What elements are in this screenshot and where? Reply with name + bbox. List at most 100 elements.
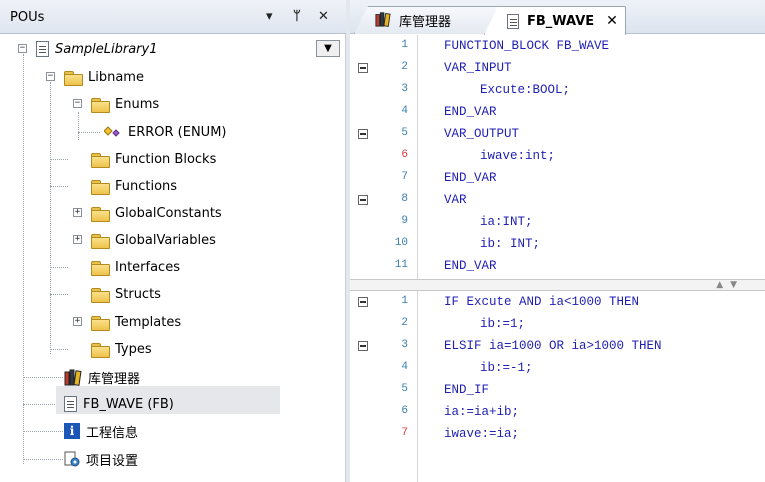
code-line: 9 ia:INT; bbox=[350, 211, 765, 233]
dropdown-arrow-icon[interactable]: ▼ bbox=[316, 40, 340, 57]
tree-item-label: Interfaces bbox=[115, 259, 180, 275]
declaration-pane[interactable]: 1 FUNCTION_BLOCK FB_WAVE 2 VAR_INPUT 3 E… bbox=[350, 35, 765, 279]
pane-collapse-icon[interactable]: ▲ ▼ bbox=[716, 280, 739, 290]
pou-panel-title: POUs bbox=[10, 10, 45, 25]
fold-toggle-icon[interactable] bbox=[358, 195, 368, 205]
tree-item-libname[interactable]: Libname bbox=[64, 66, 144, 88]
tree-item-functions[interactable]: Functions bbox=[91, 175, 177, 197]
tree-item-label: Structs bbox=[115, 286, 161, 302]
tree-connector bbox=[50, 294, 68, 295]
tree-item-label: Functions bbox=[115, 178, 178, 194]
code-text: iwave:int; bbox=[480, 149, 556, 163]
tree-item-project-info[interactable]: i 工程信息 bbox=[64, 420, 138, 442]
implementation-pane[interactable]: 1 IF Excute AND ia<1000 THEN 2 ib:=1; 3 … bbox=[350, 291, 765, 482]
code-line: 7 END_VAR bbox=[350, 167, 765, 189]
fold-toggle-icon[interactable] bbox=[358, 63, 368, 73]
library-document-icon bbox=[36, 41, 49, 57]
line-number: 2 bbox=[401, 317, 408, 329]
collapse-toggle[interactable]: − bbox=[73, 99, 82, 108]
tree-connector bbox=[78, 112, 79, 140]
code-line: 6 ia:=ia+ib; bbox=[350, 401, 765, 423]
tree-item-enums[interactable]: Enums bbox=[91, 93, 159, 115]
info-icon: i bbox=[64, 423, 80, 439]
code-line: 3 Excute:BOOL; bbox=[350, 79, 765, 101]
tree-connector bbox=[50, 82, 51, 354]
tree-item-types[interactable]: Types bbox=[91, 338, 152, 360]
tree-item-structs[interactable]: Structs bbox=[91, 283, 161, 305]
tree-item-sample-library[interactable]: SampleLibrary1 bbox=[36, 38, 157, 60]
line-number: 9 bbox=[401, 215, 408, 227]
tab-label: 库管理器 bbox=[399, 15, 452, 30]
fold-toggle-icon[interactable] bbox=[358, 341, 368, 351]
tree-item-global-constants[interactable]: GlobalConstants bbox=[91, 202, 222, 224]
tab-fb-wave[interactable]: FB_WAVE ✕ bbox=[484, 6, 626, 35]
tree-connector bbox=[50, 267, 68, 268]
code-line: 4 ib:=-1; bbox=[350, 357, 765, 379]
line-number: 1 bbox=[401, 39, 408, 51]
close-icon[interactable]: ✕ bbox=[318, 9, 329, 24]
pin-icon[interactable]: ᛘ bbox=[293, 9, 301, 24]
code-line: 7 iwave:=ia; bbox=[350, 423, 765, 445]
folder-icon bbox=[91, 260, 110, 276]
tree-connector bbox=[23, 377, 63, 378]
document-icon bbox=[507, 13, 519, 29]
dropdown-arrow-icon[interactable]: ▾ bbox=[266, 9, 273, 24]
tree-connector bbox=[23, 54, 24, 464]
pane-divider[interactable]: ▲ ▼ bbox=[350, 279, 765, 291]
line-number: 5 bbox=[401, 383, 408, 395]
tree-item-label: Libname bbox=[88, 69, 144, 85]
tree-item-interfaces[interactable]: Interfaces bbox=[91, 256, 180, 278]
tree-item-label: Enums bbox=[115, 96, 160, 112]
code-text: Excute:BOOL; bbox=[480, 83, 571, 97]
code-line: 1 IF Excute AND ia<1000 THEN bbox=[350, 291, 765, 313]
code-text: IF Excute AND ia<1000 THEN bbox=[444, 295, 640, 309]
collapse-toggle[interactable]: − bbox=[18, 44, 27, 53]
tree-item-project-settings[interactable]: 项目设置 bbox=[64, 448, 138, 470]
fold-toggle-icon[interactable] bbox=[358, 129, 368, 139]
code-text: ib:=1; bbox=[480, 317, 526, 331]
tree-item-label: 工程信息 bbox=[86, 425, 139, 441]
line-number: 4 bbox=[401, 105, 408, 117]
code-text: ia:=ia+ib; bbox=[444, 405, 520, 419]
folder-icon bbox=[91, 287, 110, 303]
code-line: 4 END_VAR bbox=[350, 101, 765, 123]
tree-connector bbox=[50, 186, 68, 187]
close-tab-icon[interactable]: ✕ bbox=[606, 13, 618, 29]
code-line: 8 VAR bbox=[350, 189, 765, 211]
tree-item-fb-wave[interactable]: FB_WAVE (FB) bbox=[64, 393, 174, 415]
folder-icon bbox=[64, 70, 83, 86]
folder-icon bbox=[91, 97, 110, 113]
expand-toggle[interactable]: + bbox=[73, 208, 82, 217]
tree-item-global-variables[interactable]: GlobalVariables bbox=[91, 229, 216, 251]
folder-icon bbox=[91, 315, 110, 331]
line-number: 5 bbox=[401, 127, 408, 139]
tree-item-library-manager[interactable]: 库管理器 bbox=[64, 366, 140, 388]
code-text: VAR_OUTPUT bbox=[444, 127, 520, 141]
code-text: END_VAR bbox=[444, 259, 497, 273]
code-text: ELSIF ia=1000 OR ia>1000 THEN bbox=[444, 339, 662, 353]
tree-connector bbox=[78, 132, 100, 133]
folder-icon bbox=[91, 152, 110, 168]
code-line: 5 END_IF bbox=[350, 379, 765, 401]
line-number: 8 bbox=[401, 193, 408, 205]
library-manager-icon bbox=[64, 368, 82, 386]
expand-toggle[interactable]: + bbox=[73, 235, 82, 244]
enum-icon bbox=[103, 125, 122, 139]
code-text: ia:INT; bbox=[480, 215, 533, 229]
tree-item-label: GlobalVariables bbox=[115, 232, 216, 248]
pou-panel: POUs ▾ ᛘ ✕ − SampleLibrary1 ▼ − Libname bbox=[0, 0, 346, 482]
tree-item-function-blocks[interactable]: Function Blocks bbox=[91, 148, 216, 170]
line-number: 10 bbox=[394, 237, 408, 249]
tab-library-manager[interactable]: 库管理器 bbox=[354, 6, 500, 34]
tree-item-label: Templates bbox=[115, 314, 182, 330]
collapse-toggle[interactable]: − bbox=[46, 72, 55, 81]
tree-item-label: 库管理器 bbox=[88, 371, 141, 387]
pou-panel-header: POUs ▾ ᛘ ✕ bbox=[0, 0, 346, 34]
line-number: 3 bbox=[401, 83, 408, 95]
code-text: VAR_INPUT bbox=[444, 61, 512, 75]
expand-toggle[interactable]: + bbox=[73, 317, 82, 326]
library-manager-icon bbox=[375, 11, 391, 31]
tree-item-error-enum[interactable]: ERROR (ENUM) bbox=[103, 121, 227, 143]
tree-item-templates[interactable]: Templates bbox=[91, 311, 181, 333]
fold-toggle-icon[interactable] bbox=[358, 297, 368, 307]
